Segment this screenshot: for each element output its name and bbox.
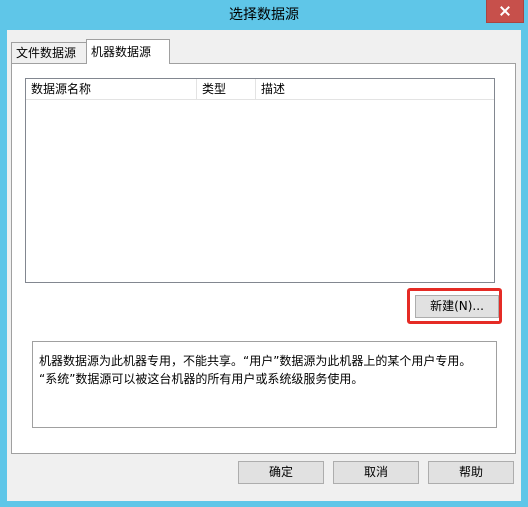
- new-button[interactable]: 新建(N)...: [415, 295, 499, 318]
- tab-file-data-source[interactable]: 文件数据源: [11, 42, 95, 63]
- tab-label: 机器数据源: [91, 45, 152, 59]
- column-header-type[interactable]: 类型: [197, 79, 256, 99]
- info-text-line-2: “系统”数据源可以被这台机器的所有用户或系统级服务使用。: [39, 372, 364, 386]
- close-icon[interactable]: [486, 0, 524, 23]
- info-text-line-1: 机器数据源为此机器专用，不能共享。“用户”数据源为此机器上的某个用户专用。: [39, 354, 472, 368]
- ok-button[interactable]: 确定: [238, 461, 324, 484]
- column-header-description[interactable]: 描述: [256, 79, 494, 99]
- column-header-name[interactable]: 数据源名称: [26, 79, 197, 99]
- dialog-client-area: 文件数据源 机器数据源 数据源名称 类型 描述 新建(N)... 机器数据源为此…: [7, 30, 521, 501]
- data-source-list[interactable]: 数据源名称 类型 描述: [25, 78, 495, 283]
- cancel-button[interactable]: 取消: [333, 461, 419, 484]
- tab-machine-data-source[interactable]: 机器数据源: [86, 39, 170, 64]
- list-header: 数据源名称 类型 描述: [26, 79, 494, 100]
- info-box: 机器数据源为此机器专用，不能共享。“用户”数据源为此机器上的某个用户专用。 “系…: [32, 341, 497, 428]
- title-bar: 选择数据源: [0, 0, 528, 30]
- help-button[interactable]: 帮助: [428, 461, 514, 484]
- window-title: 选择数据源: [229, 7, 299, 23]
- tab-label: 文件数据源: [16, 46, 77, 60]
